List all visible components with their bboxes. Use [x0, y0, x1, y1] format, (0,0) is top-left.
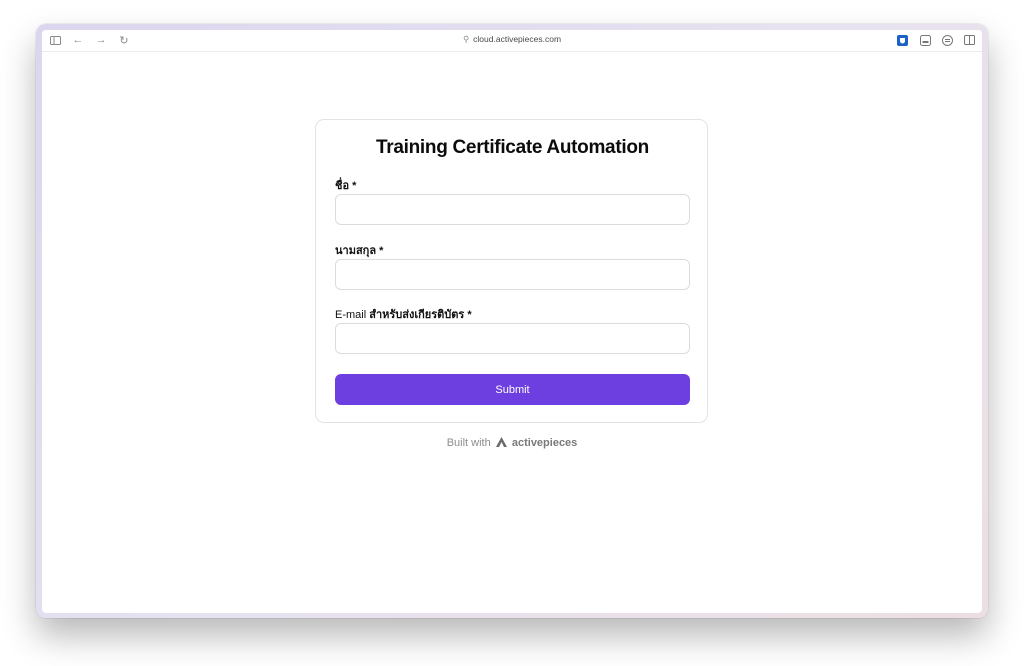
split-view-icon[interactable] — [962, 33, 976, 47]
browser-window: ← → ↻ ⚲ cloud.activepieces.com Training C… — [36, 24, 988, 618]
browser-toolbar: ← → ↻ ⚲ cloud.activepieces.com — [42, 30, 982, 52]
built-with-footer: Built with activepieces — [42, 437, 982, 450]
submit-button[interactable]: Submit — [335, 374, 690, 405]
form-card: Training Certificate Automation ชื่อ * น… — [315, 119, 708, 423]
reader-icon[interactable] — [940, 33, 954, 47]
last-name-input[interactable] — [335, 259, 690, 290]
form-title: Training Certificate Automation — [376, 137, 649, 158]
email-label-text: สำหรับส่งเกียรติบัตร * — [369, 309, 472, 321]
link-icon: ⚲ — [462, 34, 470, 44]
built-with-text: Built with — [446, 437, 491, 449]
email-label-prefix: E-mail — [335, 309, 367, 321]
brand-link[interactable]: activepieces — [512, 437, 577, 449]
page-content: Training Certificate Automation ชื่อ * น… — [42, 52, 982, 613]
tab-icon[interactable] — [918, 33, 932, 47]
email-input[interactable] — [335, 323, 690, 354]
activepieces-logo-icon — [495, 437, 507, 450]
browser-viewport: ← → ↻ ⚲ cloud.activepieces.com Training C… — [42, 30, 982, 613]
email-label: E-mail สำหรับส่งเกียรติบัตร * — [335, 305, 472, 323]
address-bar[interactable]: ⚲ cloud.activepieces.com — [42, 34, 982, 45]
url-text: cloud.activepieces.com — [473, 34, 562, 44]
first-name-label: ชื่อ * — [335, 180, 357, 192]
password-manager-icon[interactable] — [895, 33, 909, 47]
last-name-label: นามสกุล * — [335, 245, 384, 257]
first-name-input[interactable] — [335, 194, 690, 225]
